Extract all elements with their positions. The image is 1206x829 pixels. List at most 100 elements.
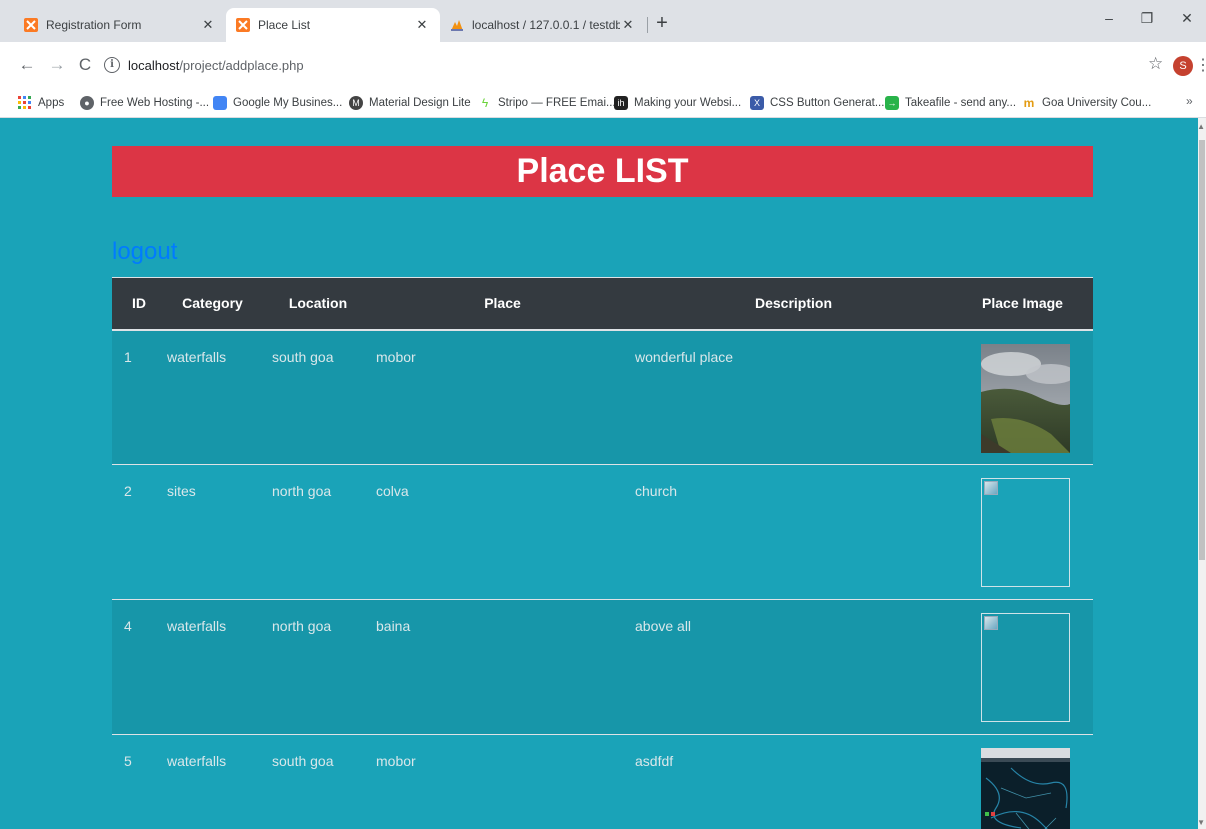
back-arrow-icon[interactable]: ← xyxy=(16,52,38,78)
url-path: /project/addplace.php xyxy=(179,57,304,73)
bookmark-label: Making your Websi... xyxy=(634,97,742,109)
browser-toolbar: ← → C i localhost/project/addplace.php ☆… xyxy=(0,42,1206,88)
logout-link[interactable]: logout xyxy=(112,238,177,266)
close-icon[interactable]: ✕ xyxy=(414,17,430,33)
bookmark-label: CSS Button Generat... xyxy=(770,97,885,109)
cell-description: wonderful place xyxy=(629,329,952,465)
window-close-icon[interactable]: ✕ xyxy=(1172,10,1202,30)
google-my-business-icon xyxy=(213,96,227,110)
goa-university-icon: m xyxy=(1023,96,1035,110)
forward-arrow-icon[interactable]: → xyxy=(46,52,68,78)
profile-avatar[interactable]: S xyxy=(1173,56,1193,76)
column-header-location: Location xyxy=(258,277,364,331)
cell-place: mobor xyxy=(364,734,629,829)
scrollbar-thumb[interactable] xyxy=(1199,140,1205,560)
vertical-scrollbar[interactable] xyxy=(1198,118,1206,829)
bookmark-label: Stripo — FREE Emai... xyxy=(498,97,616,109)
scroll-down-arrow-icon[interactable]: ▼ xyxy=(1197,818,1205,827)
tab-phpmyadmin[interactable]: localhost / 127.0.0.1 / testdb / ad ✕ xyxy=(440,8,646,42)
phpmyadmin-icon xyxy=(450,18,464,32)
broken-image-icon xyxy=(981,478,1070,587)
ih-icon: ih xyxy=(614,96,628,110)
column-header-place: Place xyxy=(364,277,629,331)
bookmark-label: Google My Busines... xyxy=(233,97,343,109)
cell-place-image xyxy=(952,464,1093,600)
cell-place-image xyxy=(952,329,1093,465)
css-x-icon: X xyxy=(750,96,764,110)
bookmark-material-design-lite[interactable]: M Material Design Lite xyxy=(349,94,471,112)
tab-registration-form[interactable]: Registration Form ✕ xyxy=(14,8,226,42)
cell-description: asdfdf xyxy=(629,734,952,829)
cell-category: waterfalls xyxy=(154,599,258,735)
bookmark-label: Takeafile - send any... xyxy=(905,97,1017,109)
cell-location: south goa xyxy=(258,734,364,829)
cell-description: above all xyxy=(629,599,952,735)
tab-place-list[interactable]: Place List ✕ xyxy=(226,8,440,42)
bookmark-label: Material Design Lite xyxy=(369,97,471,109)
page-title: Place LIST xyxy=(112,146,1093,197)
cell-location: north goa xyxy=(258,599,364,735)
minimize-icon[interactable]: – xyxy=(1094,10,1124,30)
bookmark-google-my-business[interactable]: Google My Busines... xyxy=(213,94,342,112)
bookmark-making-your-website[interactable]: ih Making your Websi... xyxy=(614,94,741,112)
takeafile-icon: → xyxy=(885,96,899,110)
bookmark-star-icon[interactable]: ☆ xyxy=(1148,54,1163,74)
bookmark-goa-university[interactable]: m Goa University Cou... xyxy=(1022,94,1152,112)
table-row: 5 waterfalls south goa mobor asdfdf xyxy=(112,734,1093,829)
bookmark-label: Apps xyxy=(38,97,65,109)
tab-title: Registration Form xyxy=(46,18,142,32)
stripo-icon: ϟ xyxy=(481,96,489,110)
close-icon[interactable]: ✕ xyxy=(620,17,636,33)
cell-id: 5 xyxy=(112,734,154,829)
xampp-icon xyxy=(24,18,38,32)
cell-place-image xyxy=(952,599,1093,735)
table-header-row: ID Category Location Place Description P… xyxy=(112,277,1093,331)
cell-location: north goa xyxy=(258,464,364,600)
cell-location: south goa xyxy=(258,329,364,465)
apps-grid-icon xyxy=(18,96,32,110)
material-design-icon: M xyxy=(349,96,363,110)
cell-category: waterfalls xyxy=(154,329,258,465)
column-header-id: ID xyxy=(112,277,154,331)
table-row: 2 sites north goa colva church xyxy=(112,464,1093,600)
bookmark-stripo[interactable]: ϟ Stripo — FREE Emai... xyxy=(478,94,616,112)
address-bar[interactable]: i localhost/project/addplace.php xyxy=(104,51,1134,79)
bookmark-takeafile[interactable]: → Takeafile - send any... xyxy=(885,94,1016,112)
broken-image-icon xyxy=(981,613,1070,722)
xampp-icon xyxy=(236,18,250,32)
globe-icon: ● xyxy=(80,96,94,110)
place-image-screenshot xyxy=(981,748,1070,829)
cell-description: church xyxy=(629,464,952,600)
bookmark-free-web-hosting[interactable]: ● Free Web Hosting -... xyxy=(80,94,209,112)
page-viewport: Place LIST logout ID Category Location P… xyxy=(0,118,1206,829)
place-image-landscape xyxy=(981,343,1070,453)
bookmarks-overflow-chevron-icon[interactable]: » xyxy=(1186,94,1193,108)
cell-place-image xyxy=(952,734,1093,829)
cell-category: waterfalls xyxy=(154,734,258,829)
cell-id: 4 xyxy=(112,599,154,735)
cell-place: baina xyxy=(364,599,629,735)
cell-id: 2 xyxy=(112,464,154,600)
cell-id: 1 xyxy=(112,329,154,465)
table-row: 4 waterfalls north goa baina above all xyxy=(112,599,1093,735)
cell-place: mobor xyxy=(364,329,629,465)
scroll-up-arrow-icon[interactable]: ▲ xyxy=(1197,122,1205,131)
column-header-description: Description xyxy=(629,277,952,331)
tab-title: localhost / 127.0.0.1 / testdb / ad xyxy=(472,18,620,32)
restore-icon[interactable]: ❐ xyxy=(1132,10,1162,30)
close-icon[interactable]: ✕ xyxy=(200,17,216,33)
bookmark-apps[interactable]: Apps xyxy=(18,94,64,112)
bookmark-label: Goa University Cou... xyxy=(1042,97,1152,109)
browser-tab-strip: Registration Form ✕ Place List ✕ localho… xyxy=(0,0,1206,42)
cell-category: sites xyxy=(154,464,258,600)
menu-kebab-icon[interactable]: ⋮ xyxy=(1195,55,1206,75)
new-tab-button[interactable]: + xyxy=(652,13,672,34)
reload-icon[interactable]: C xyxy=(74,52,96,78)
column-header-category: Category xyxy=(154,277,258,331)
info-icon[interactable]: i xyxy=(104,57,120,73)
column-header-place-image: Place Image xyxy=(952,277,1093,331)
place-table: ID Category Location Place Description P… xyxy=(112,277,1093,829)
table-row: 1 waterfalls south goa mobor wonderful p… xyxy=(112,329,1093,465)
bookmarks-bar: Apps ● Free Web Hosting -... Google My B… xyxy=(0,88,1206,118)
bookmark-css-button-generator[interactable]: X CSS Button Generat... xyxy=(750,94,884,112)
